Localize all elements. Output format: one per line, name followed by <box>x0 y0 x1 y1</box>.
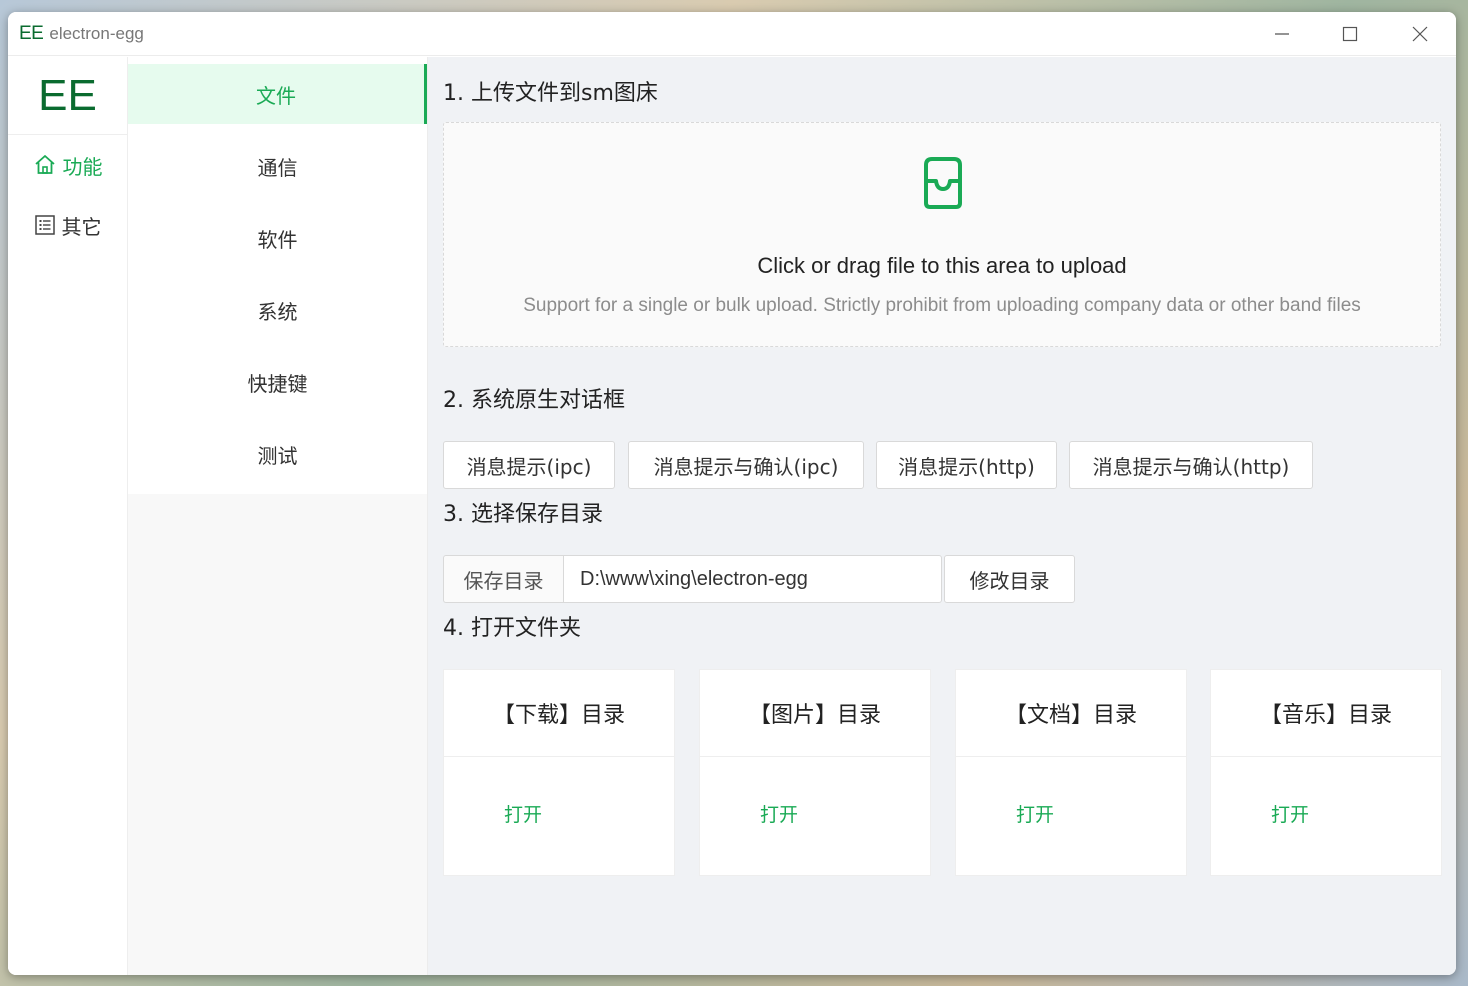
save-dir-label: 保存目录 <box>443 555 563 603</box>
folder-card-downloads: 【下载】目录 打开 <box>443 669 675 876</box>
section-title-save-dir: 3. 选择保存目录 <box>443 502 603 527</box>
content-area: 1. 上传文件到sm图床 Click or drag file to this … <box>428 57 1456 975</box>
list-icon <box>34 215 55 235</box>
submenu-item-shortcuts[interactable]: 快捷键 <box>128 352 427 412</box>
nav-item-label: 功能 <box>62 154 103 179</box>
minimize-icon <box>1275 33 1289 35</box>
primary-nav: EE 功能 其它 <box>8 57 128 975</box>
submenu-item-test[interactable]: 测试 <box>128 424 427 484</box>
message-http-button[interactable]: 消息提示(http) <box>876 441 1057 489</box>
upload-hint: Support for a single or bulk upload. Str… <box>523 295 1361 316</box>
section-title-dialogs: 2. 系统原生对话框 <box>443 388 625 413</box>
secondary-nav: 文件 通信 软件 系统 快捷键 测试 <box>128 57 428 975</box>
change-dir-button[interactable]: 修改目录 <box>944 555 1075 603</box>
submenu-item-system[interactable]: 系统 <box>128 280 427 340</box>
upload-text: Click or drag file to this area to uploa… <box>757 253 1127 278</box>
nav-item-label: 其它 <box>61 214 102 239</box>
window-title: electron-egg <box>49 23 144 43</box>
nav-item-others[interactable]: 其它 <box>8 195 127 255</box>
save-dir-input[interactable] <box>563 555 942 603</box>
minimize-button[interactable] <box>1248 12 1316 56</box>
upload-dropzone[interactable]: Click or drag file to this area to uploa… <box>443 122 1441 347</box>
card-title: 【音乐】目录 <box>1211 670 1441 757</box>
submenu-item-software[interactable]: 软件 <box>128 208 427 268</box>
open-music-link[interactable]: 打开 <box>1271 800 1309 827</box>
message-ipc-button[interactable]: 消息提示(ipc) <box>443 441 615 489</box>
section-title-open-folder: 4. 打开文件夹 <box>443 616 581 641</box>
card-title: 【文档】目录 <box>956 670 1186 757</box>
app-window: EE electron-egg EE 功能 其它 文件 通信 软件 系统 快捷键… <box>8 12 1456 975</box>
folder-card-documents: 【文档】目录 打开 <box>955 669 1187 876</box>
open-documents-link[interactable]: 打开 <box>1016 800 1054 827</box>
maximize-icon <box>1342 26 1358 42</box>
folder-card-pictures: 【图片】目录 打开 <box>699 669 931 876</box>
section-title-upload: 1. 上传文件到sm图床 <box>443 81 658 106</box>
submenu-item-communication[interactable]: 通信 <box>128 136 427 196</box>
message-confirm-ipc-button[interactable]: 消息提示与确认(ipc) <box>628 441 864 489</box>
submenu-list: 文件 通信 软件 系统 快捷键 测试 <box>128 57 427 494</box>
home-icon <box>34 155 55 174</box>
card-title: 【图片】目录 <box>700 670 930 757</box>
submenu-item-files[interactable]: 文件 <box>128 64 427 124</box>
open-pictures-link[interactable]: 打开 <box>760 800 798 827</box>
nav-item-features[interactable]: 功能 <box>8 135 127 195</box>
maximize-button[interactable] <box>1316 12 1384 56</box>
inbox-icon <box>924 157 962 209</box>
folder-card-music: 【音乐】目录 打开 <box>1210 669 1442 876</box>
open-downloads-link[interactable]: 打开 <box>504 800 542 827</box>
close-icon <box>1412 26 1428 42</box>
message-confirm-http-button[interactable]: 消息提示与确认(http) <box>1069 441 1313 489</box>
brand-logo: EE <box>8 57 127 135</box>
title-bar[interactable]: EE electron-egg <box>8 12 1456 56</box>
app-logo: EE <box>19 22 44 44</box>
card-title: 【下载】目录 <box>444 670 674 757</box>
close-button[interactable] <box>1386 12 1454 56</box>
